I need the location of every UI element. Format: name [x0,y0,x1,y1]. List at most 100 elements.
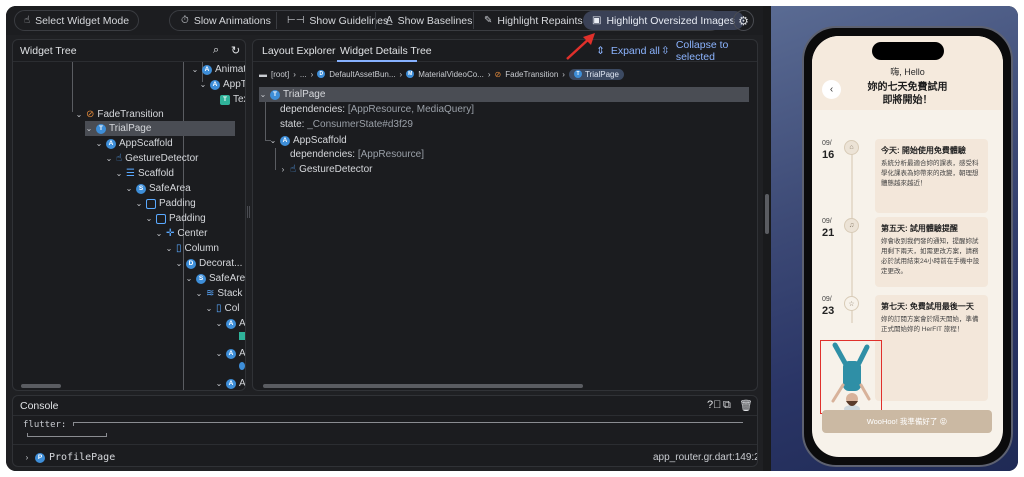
trash-icon[interactable]: 🗑 [739,399,753,412]
copy-icon[interactable]: ⧉ [723,399,731,412]
fade-transition-icon: ⊘ [86,109,95,120]
property-row[interactable]: state: _ConsumerState#d3f29 [280,119,413,130]
highlight-repaints-button[interactable]: ✎ Highlight Repaints [475,10,592,31]
cta-button[interactable]: WooHoo! 我準備好了 😝 [822,410,992,433]
timeline-card: 第五天: 試用體驗提醒 妳會收到我們發的通知，提醒妳試用剩下兩天，如需更改方案，… [875,217,988,287]
property-row[interactable]: dependencies: [AppResource] [290,149,424,160]
horizontal-scrollbar[interactable] [263,384,583,388]
tree-row[interactable]: ⌄ A Animate [191,62,245,77]
tree-row[interactable]: ⌄ ≋ Stack [195,286,243,301]
chevron-down-icon: ⌄ [215,349,223,358]
refresh-icon[interactable]: ↻ [231,44,240,57]
dynamic-island [872,42,944,60]
stack-icon: ≋ [206,288,215,299]
timeline-day: 16 [822,149,835,161]
padding-icon [156,213,166,224]
console-panel: Console ?⃝ ⧉ 🗑 flutter: › P ProfilePage … [12,395,758,467]
tree-row-label: A [239,348,246,359]
timer-icon: ⏱ [181,15,189,26]
tree-row-label: Decorat... [199,258,243,269]
details-grandchild-row[interactable]: › ☝ GestureDetector [279,162,373,177]
breadcrumb-item[interactable]: [root] [271,70,289,79]
tree-row[interactable]: ⌄ ☝ GestureDetector [105,151,199,166]
widget-badge-icon [239,362,245,370]
details-tabs: Layout Explorer Widget Details Tree ⇕ Ex… [253,40,757,63]
breadcrumb-item[interactable]: DefaultAssetBun... [329,70,395,79]
tree-row[interactable]: ⌄ ▯ Column [165,241,219,256]
show-baselines-button[interactable]: A̲ Show Baselines [377,10,481,31]
tree-row[interactable]: ⌄ ☰ Scaffold [115,166,174,181]
details-grandchild-label: GestureDetector [299,164,373,175]
console-entry[interactable]: › P ProfilePage [23,452,116,463]
breadcrumb-item[interactable]: ... [300,70,307,79]
tab-layout-explorer[interactable]: Layout Explorer [262,40,336,62]
widget-badge-icon: A [106,138,116,149]
widget-badge-icon: D [186,258,196,269]
details-child-row[interactable]: ⌄ A AppScaffold [269,133,347,148]
tree-row[interactable]: ⌄ A AppTe [199,77,245,92]
breadcrumb-item-selected[interactable]: T TrialPage [568,68,624,80]
tree-row[interactable]: ⌄ ⊘ FadeTransition [75,107,164,122]
property-key: state: [280,119,308,130]
tree-row[interactable]: ⌄ Padding [135,196,196,211]
widget-badge-icon: T [270,89,280,100]
tree-row-selected[interactable]: ⌄ T TrialPage [85,121,235,136]
expand-all-button[interactable]: ⇕ Expand all [596,40,660,62]
tree-row[interactable]: ⌄ A A [215,316,245,331]
property-key: dependencies: [290,149,358,160]
widget-badge-icon: A [280,135,290,146]
console-title: Console [20,399,59,412]
panel-splitter[interactable] [247,206,250,218]
tree-row[interactable]: T Tex [220,92,245,107]
console-header: Console ?⃝ ⧉ 🗑 [13,396,757,416]
breadcrumb-item[interactable]: MaterialVideoCo... [418,70,484,79]
tree-row[interactable]: ⌄ S SafeArea [185,271,245,286]
annotation-arrow-icon [566,33,595,60]
tree-guide [275,148,276,170]
breadcrumb-item[interactable]: FadeTransition [505,70,558,79]
oversized-image-highlight [820,340,882,414]
details-root-row[interactable]: ⌄ T TrialPage [259,87,749,102]
search-icon[interactable]: ⌕ [213,44,219,57]
chevron-down-icon: ⌄ [165,244,173,253]
tree-row[interactable]: ⌄ Padding [145,211,206,226]
tree-row-label: Center [177,228,208,239]
active-tab-indicator [337,60,417,62]
tree-row[interactable]: ⌄ A AppScaffold [95,136,173,151]
tree-row[interactable]: ⌄ A A [215,376,246,390]
tree-row-label: A [239,378,246,389]
tree-row-label: Padding [169,213,206,224]
tree-row[interactable]: ⌄ S SafeArea [125,181,191,196]
tab-widget-details-tree[interactable]: Widget Details Tree [340,40,432,62]
chevron-down-icon: ⌄ [195,289,203,298]
chevron-down-icon: ⌄ [269,136,277,145]
image-icon: ▣ [592,15,602,26]
tree-row[interactable]: ⌄ ▯ Col [205,301,240,316]
title-line-2: 即將開始！ [882,95,933,106]
tree-row-label: Scaffold [137,168,174,179]
horizontal-scrollbar[interactable] [21,384,61,388]
phone-frame: 嗨, Hello ‹ 妳的七天免費試用 即將開始！ 09/ 16 ⌂ 今天: 開… [802,26,1013,467]
settings-gear-icon[interactable]: ⚙ [733,10,754,31]
help-icon[interactable]: ?⃝ [707,399,721,411]
collapse-to-selected-button[interactable]: ⇳ Collapse to selected [661,40,757,63]
widget-badge-icon: T [96,123,106,134]
widget-badge-icon: P [35,452,45,463]
tree-row[interactable]: ⌄ D Decorat... [175,256,243,271]
chevron-down-icon: ⌄ [191,65,199,74]
pane-divider[interactable] [763,6,771,471]
tree-row[interactable]: ⌄ A A [215,346,246,361]
highlight-oversized-label: Highlight Oversized Images [606,14,735,27]
slow-animations-button[interactable]: ⏱ Slow Animations [172,10,280,31]
tree-row-label: AppScaffold [119,138,173,149]
tree-row[interactable]: ⌄ ✛ Center [155,226,208,241]
widget-badge-icon: A [210,79,220,90]
source-location-link[interactable]: app_router.gr.dart:149:22 [653,452,757,463]
property-row[interactable]: dependencies: [AppResource, MediaQuery] [280,104,474,115]
drag-handle[interactable] [765,194,769,234]
tree-row-label: Padding [159,198,196,209]
select-widget-mode-button[interactable]: ☝ Select Widget Mode [14,10,140,31]
highlight-oversized-images-button[interactable]: ▣ Highlight Oversized Images [583,11,744,30]
chevron-down-icon: ⌄ [135,199,143,208]
card-title: 第七天: 免費試用最後一天 [881,302,974,311]
